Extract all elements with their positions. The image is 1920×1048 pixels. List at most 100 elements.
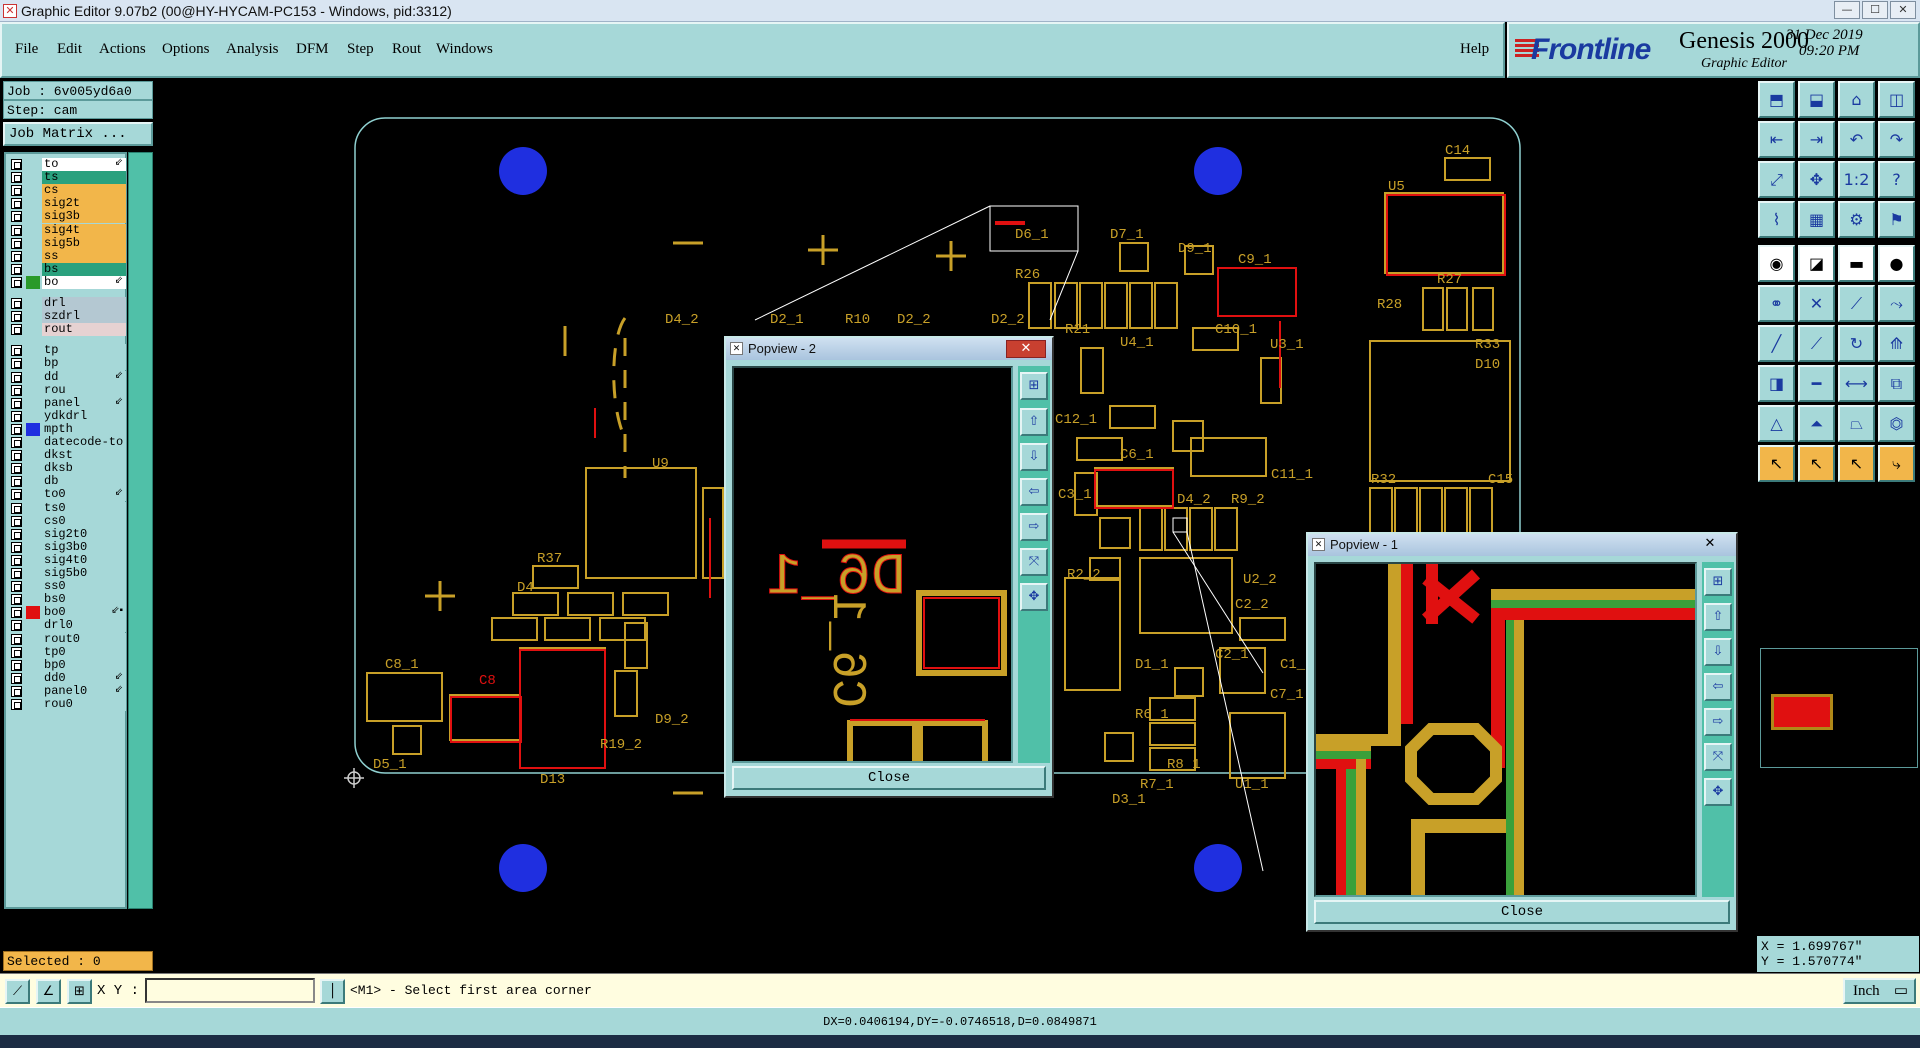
layer-color-swatch[interactable] <box>26 384 40 397</box>
layer-checkbox[interactable] <box>11 699 22 710</box>
input-mode-icon[interactable]: │ <box>320 979 345 1004</box>
menu-actions[interactable]: Actions <box>99 41 146 58</box>
split-icon[interactable]: ⤳ <box>1878 285 1915 322</box>
popview-center-icon[interactable]: ✥ <box>1704 778 1732 806</box>
move-icon[interactable]: ✕ <box>1798 285 1835 322</box>
popview-2-close-icon[interactable]: ✕ <box>1006 340 1046 358</box>
net-icon[interactable]: ⚑ <box>1878 201 1915 238</box>
layer-color-swatch[interactable] <box>26 528 40 541</box>
layer-checkbox[interactable] <box>11 437 22 448</box>
popview-2-title-bar[interactable]: ✕ Popview - 2 <box>726 338 1052 360</box>
layer-checkbox[interactable] <box>11 198 22 210</box>
layer-color-swatch[interactable] <box>26 275 40 289</box>
text-icon[interactable]: ⟰ <box>1878 325 1915 362</box>
snap-mode-icon[interactable]: ⟋ <box>5 979 30 1004</box>
layer-color-swatch[interactable] <box>26 237 40 250</box>
layer-checkbox[interactable] <box>11 554 22 566</box>
layer-checkbox[interactable] <box>11 172 22 184</box>
layer-name[interactable]: bs0 <box>42 593 126 607</box>
layer-color-swatch[interactable] <box>26 685 40 698</box>
pan-icon[interactable]: ⬓ <box>1798 81 1835 118</box>
menu-analysis[interactable]: Analysis <box>226 41 279 58</box>
layer-name[interactable]: drl0 <box>42 619 126 633</box>
popview-right-icon[interactable]: ⇨ <box>1020 513 1048 541</box>
angle-mode-icon[interactable]: ∠ <box>36 979 61 1004</box>
layer-checkbox[interactable] <box>11 489 22 501</box>
arc-icon[interactable]: ↻ <box>1838 325 1875 362</box>
layer-color-swatch[interactable] <box>26 210 40 223</box>
layer-name[interactable]: db <box>42 475 126 489</box>
menu-windows[interactable]: Windows <box>436 41 493 58</box>
layer-color-swatch[interactable] <box>26 593 40 606</box>
layer-name[interactable]: rou0 <box>42 698 126 711</box>
popview-1-close-button[interactable]: Close <box>1314 900 1730 924</box>
layer-name[interactable]: dksb <box>42 462 126 476</box>
layer-color-swatch[interactable] <box>26 515 40 528</box>
flow-icon[interactable]: ⤷ <box>1878 445 1915 482</box>
layer-name[interactable]: bo <box>42 275 126 289</box>
layer-name[interactable]: panel0 <box>42 684 126 698</box>
drill-icon[interactable]: ◉ <box>1758 245 1795 282</box>
layer-checkbox[interactable] <box>11 620 22 632</box>
layer-color-swatch[interactable] <box>26 357 40 370</box>
layer-checkbox[interactable] <box>11 371 22 383</box>
layer-color-swatch[interactable] <box>26 224 40 237</box>
arc4-icon[interactable]: ⏣ <box>1878 405 1915 442</box>
menu-rout[interactable]: Rout <box>392 41 421 58</box>
popview-2-window[interactable]: ✕ Popview - 2 ✕ D6_1 C6_1 ⊞ ⇧ ⇩ ⇦ ⇨ ⤧ ✥ … <box>724 336 1054 798</box>
maximize-button[interactable]: ☐ <box>1862 1 1888 19</box>
poly-icon[interactable]: △ <box>1758 405 1795 442</box>
layer-color-swatch[interactable] <box>26 250 40 263</box>
layer-checkbox[interactable] <box>11 276 22 288</box>
layer-checkbox[interactable] <box>11 224 22 236</box>
layer-color-swatch[interactable] <box>26 436 40 449</box>
layer-color-swatch[interactable] <box>26 554 40 567</box>
layer-name[interactable]: drl <box>42 297 126 310</box>
layer-name[interactable]: rout <box>42 323 126 337</box>
layer-checkbox[interactable] <box>11 607 22 619</box>
layer-checkbox[interactable] <box>11 502 22 514</box>
layer-name[interactable]: szdrl <box>42 310 126 324</box>
redo-icon[interactable]: ↷ <box>1878 121 1915 158</box>
layer-name[interactable]: bp <box>42 357 126 371</box>
layer-color-swatch[interactable] <box>26 619 40 632</box>
layer-name[interactable]: ts <box>42 171 126 185</box>
menu-file[interactable]: File <box>15 41 38 58</box>
layer-color-swatch[interactable] <box>26 197 40 210</box>
layer-name[interactable]: to <box>42 158 126 171</box>
layer-checkbox[interactable] <box>11 633 22 645</box>
layer-checkbox[interactable] <box>11 358 22 370</box>
popview-1-view[interactable] <box>1314 562 1697 897</box>
layer-color-swatch[interactable] <box>26 310 40 323</box>
layer-name[interactable]: rou <box>42 383 126 397</box>
layer-name[interactable]: sig3b <box>42 210 126 224</box>
grid-icon[interactable]: ▦ <box>1798 201 1835 238</box>
popview-2-view[interactable]: D6_1 C6_1 <box>732 366 1013 763</box>
layer-name[interactable]: cs <box>42 184 126 198</box>
layer-checkbox[interactable] <box>11 541 22 553</box>
menu-options[interactable]: Options <box>162 41 210 58</box>
layer-checkbox[interactable] <box>11 476 22 488</box>
layer-row[interactable]: bo ⇙ <box>8 275 126 290</box>
unit-selector[interactable]: Inch ▭ <box>1843 978 1916 1004</box>
popview-1-close-icon[interactable]: ✕ <box>1690 536 1730 554</box>
popview-zoom-icon[interactable]: ⊞ <box>1704 568 1732 596</box>
layer-checkbox[interactable] <box>11 263 22 275</box>
layer-color-swatch[interactable] <box>26 606 40 620</box>
layer-color-swatch[interactable] <box>26 672 40 685</box>
layer-checkbox[interactable] <box>11 384 22 396</box>
zoom-in-icon[interactable]: ⇤ <box>1758 121 1795 158</box>
layer-list-scrollbar[interactable] <box>128 152 153 909</box>
layer-checkbox[interactable] <box>11 581 22 593</box>
layer-name[interactable]: ss0 <box>42 580 126 594</box>
layer-checkbox[interactable] <box>11 594 22 606</box>
layer-checkbox[interactable] <box>11 311 22 323</box>
cursor-icon[interactable]: ↖ <box>1758 445 1795 482</box>
layer-name[interactable]: sig2t <box>42 197 126 211</box>
layer-color-swatch[interactable] <box>26 698 40 711</box>
copy-icon[interactable]: ⧉ <box>1878 365 1915 402</box>
layer-name[interactable]: dd <box>42 370 126 384</box>
connect-icon[interactable]: ⚭ <box>1758 285 1795 322</box>
layer-name[interactable]: sig4t0 <box>42 553 126 567</box>
layer-checkbox[interactable] <box>11 463 22 475</box>
